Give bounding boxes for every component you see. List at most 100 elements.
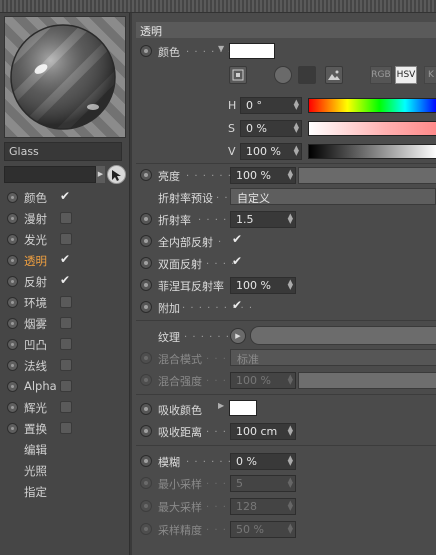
value-row: V 100 % ▲ ▼ xyxy=(226,142,436,161)
texture-slot[interactable] xyxy=(250,326,436,345)
chevron-right-icon[interactable]: ▶ xyxy=(218,401,224,410)
channel-checkbox[interactable] xyxy=(60,212,72,224)
texture-menu-icon[interactable]: ▶ xyxy=(230,328,246,344)
channel-item[interactable]: 发光 xyxy=(4,230,128,249)
channel-item[interactable]: 法线 xyxy=(4,356,128,375)
channel-checkbox[interactable] xyxy=(60,359,72,371)
channel-checkbox[interactable] xyxy=(60,252,72,266)
channel-radio[interactable] xyxy=(7,339,18,350)
animate-radio[interactable] xyxy=(140,45,152,57)
animate-radio[interactable] xyxy=(140,235,152,247)
value-input[interactable]: 100 % ▲ ▼ xyxy=(240,143,302,160)
material-name-field[interactable]: Glass xyxy=(4,142,122,161)
channel-radio[interactable] xyxy=(7,255,18,266)
channel-item[interactable]: Alpha xyxy=(4,377,128,396)
channel-radio[interactable] xyxy=(7,276,18,287)
sub-item-assign[interactable]: 指定 xyxy=(24,484,47,500)
min-samples-label: 最小采样 xyxy=(158,478,202,491)
absorption-distance-row: 吸收距离 . . . . 100 cm ▲ ▼ xyxy=(136,421,436,441)
additive-checkbox[interactable] xyxy=(232,298,246,314)
animate-radio[interactable] xyxy=(140,403,152,415)
channel-item[interactable]: 漫射 xyxy=(4,209,128,228)
total-internal-label: 全内部反射 xyxy=(158,236,213,249)
image-icon[interactable] xyxy=(325,66,343,84)
color-wheel-icon[interactable] xyxy=(274,66,292,84)
animate-radio[interactable] xyxy=(140,425,152,437)
mode-rgb-button[interactable]: RGB xyxy=(370,66,392,84)
hue-slider[interactable] xyxy=(308,98,436,113)
color-picker-icon[interactable] xyxy=(229,66,247,84)
channel-checkbox[interactable] xyxy=(60,401,72,413)
channel-item[interactable]: 置换 xyxy=(4,419,128,438)
saturation-slider[interactable] xyxy=(308,121,436,136)
brightness-slider[interactable] xyxy=(298,167,436,184)
mix-strength-slider[interactable] xyxy=(298,372,436,389)
mix-mode-dropdown[interactable]: 标准 xyxy=(230,349,436,366)
fresnel-input[interactable]: 100 % ▲ ▼ xyxy=(230,277,296,294)
ior-preset-row: 折射率预设 . . 自定义 xyxy=(136,187,436,207)
hue-input[interactable]: 0 ° ▲ ▼ xyxy=(240,97,302,114)
channel-item[interactable]: 烟雾 xyxy=(4,314,128,333)
channel-radio[interactable] xyxy=(7,360,18,371)
total-internal-checkbox[interactable] xyxy=(232,232,246,248)
double-sided-checkbox[interactable] xyxy=(232,254,246,270)
absorption-color-swatch[interactable] xyxy=(229,400,257,416)
channel-radio[interactable] xyxy=(7,213,18,224)
chevron-right-icon[interactable]: ▶ xyxy=(96,166,105,183)
channel-checkbox[interactable] xyxy=(60,233,72,245)
chevron-down-icon[interactable]: ▼ xyxy=(218,44,224,53)
mode-k-button[interactable]: K xyxy=(424,66,436,84)
brightness-input[interactable]: 100 % ▲ ▼ xyxy=(230,167,296,184)
pick-cursor-button[interactable] xyxy=(107,165,126,184)
channel-checkbox[interactable] xyxy=(60,338,72,350)
channel-radio[interactable] xyxy=(7,192,18,203)
animate-radio[interactable] xyxy=(140,169,152,181)
channel-radio[interactable] xyxy=(7,402,18,413)
channel-radio[interactable] xyxy=(7,318,18,329)
value-slider[interactable] xyxy=(308,144,436,159)
channel-checkbox[interactable] xyxy=(60,296,72,308)
min-samples-input[interactable]: 5 ▲ ▼ xyxy=(230,475,296,492)
channel-checkbox[interactable] xyxy=(60,422,72,434)
max-samples-input[interactable]: 128 ▲ ▼ xyxy=(230,498,296,515)
channel-checkbox[interactable] xyxy=(60,317,72,329)
channel-radio[interactable] xyxy=(7,234,18,245)
material-preview[interactable] xyxy=(4,16,126,138)
channel-item[interactable]: 环境 xyxy=(4,293,128,312)
channel-radio[interactable] xyxy=(7,297,18,308)
blur-input[interactable]: 0 % ▲ ▼ xyxy=(230,453,296,470)
channel-checkbox[interactable] xyxy=(60,189,72,203)
ior-preset-dropdown[interactable]: 自定义 xyxy=(230,188,436,205)
channel-checkbox[interactable] xyxy=(60,273,72,287)
saturation-input[interactable]: 0 % ▲ ▼ xyxy=(240,120,302,137)
mix-strength-input[interactable]: 100 % ▲ ▼ xyxy=(230,372,296,389)
spectrum-icon[interactable] xyxy=(298,66,316,84)
channel-filter-combo[interactable] xyxy=(4,166,96,183)
animate-radio[interactable] xyxy=(140,500,152,512)
sample-accuracy-input[interactable]: 50 % ▲ ▼ xyxy=(230,521,296,538)
animate-radio[interactable] xyxy=(140,374,152,386)
animate-radio[interactable] xyxy=(140,213,152,225)
animate-radio[interactable] xyxy=(140,257,152,269)
animate-radio[interactable] xyxy=(140,477,152,489)
mode-hsv-button[interactable]: HSV xyxy=(395,66,417,84)
channel-item[interactable]: 颜色 xyxy=(4,188,128,207)
channel-item[interactable]: 凹凸 xyxy=(4,335,128,354)
channel-item[interactable]: 透明 xyxy=(4,251,128,270)
channel-radio[interactable] xyxy=(7,423,18,434)
animate-radio[interactable] xyxy=(140,352,152,364)
animate-radio[interactable] xyxy=(140,279,152,291)
channel-item[interactable]: 反射 xyxy=(4,272,128,291)
sub-item-edit[interactable]: 编辑 xyxy=(24,442,47,458)
brightness-label: 亮度 xyxy=(158,170,180,183)
channel-item[interactable]: 辉光 xyxy=(4,398,128,417)
channel-checkbox[interactable] xyxy=(60,380,72,392)
absorption-distance-input[interactable]: 100 cm ▲ ▼ xyxy=(230,423,296,440)
color-swatch[interactable] xyxy=(229,43,275,59)
animate-radio[interactable] xyxy=(140,301,152,313)
sub-item-lighting[interactable]: 光照 xyxy=(24,463,47,479)
animate-radio[interactable] xyxy=(140,455,152,467)
channel-radio[interactable] xyxy=(7,381,18,392)
animate-radio[interactable] xyxy=(140,523,152,535)
ior-input[interactable]: 1.5 ▲ ▼ xyxy=(230,211,296,228)
